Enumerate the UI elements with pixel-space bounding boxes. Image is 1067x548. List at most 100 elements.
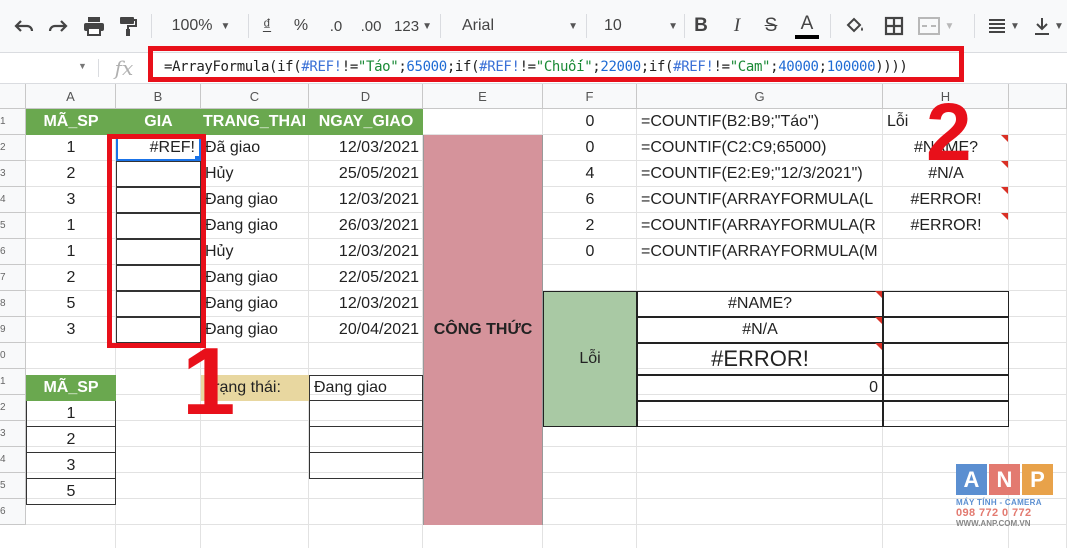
column-header[interactable]: C — [201, 84, 309, 109]
cell-ngay-giao[interactable]: 12/03/2021 — [309, 135, 423, 161]
row-header[interactable]: 9 — [0, 317, 26, 343]
cell-count-value[interactable]: 0 — [543, 135, 637, 161]
cell-ma-sp-2[interactable]: 3 — [26, 453, 116, 479]
row-header[interactable]: 5 — [0, 473, 26, 499]
fill-color-icon[interactable] — [840, 0, 870, 52]
cell-count-value[interactable]: 6 — [543, 187, 637, 213]
row-header[interactable]: 2 — [0, 135, 26, 161]
column-header[interactable]: A — [26, 84, 116, 109]
cell-ma-sp[interactable]: 2 — [26, 265, 116, 291]
row-header[interactable]: 2 — [0, 395, 26, 421]
strikethrough-button[interactable]: S — [760, 0, 782, 52]
cell-ma-sp-2[interactable]: 1 — [26, 401, 116, 427]
row-header[interactable]: 3 — [0, 421, 26, 447]
cell-count-value[interactable]: 4 — [543, 161, 637, 187]
cell-error-value[interactable]: #ERROR! — [883, 213, 1009, 239]
cell-empty[interactable] — [309, 401, 423, 427]
status-value-cell[interactable]: Đang giao — [309, 375, 423, 401]
cell-error-na[interactable]: #N/A — [637, 317, 883, 343]
row-header[interactable]: 1 — [0, 109, 26, 135]
cell-empty[interactable] — [309, 453, 423, 479]
cell-ma-sp[interactable]: 5 — [26, 291, 116, 317]
row-header[interactable]: 6 — [0, 499, 26, 525]
cell-count-value[interactable]: 2 — [543, 213, 637, 239]
cell-ngay-giao[interactable]: 12/03/2021 — [309, 187, 423, 213]
header-gia[interactable]: GIA — [116, 109, 201, 135]
vertical-align-icon[interactable]: ▼ — [1034, 0, 1064, 52]
cell-countif-formula[interactable]: =COUNTIF(ARRAYFORMULA(L — [637, 187, 883, 213]
horizontal-align-icon[interactable]: ▼ — [984, 0, 1024, 52]
row-header[interactable]: 5 — [0, 213, 26, 239]
column-header[interactable]: F — [543, 84, 637, 109]
cell-trang-thai[interactable]: Đang giao — [201, 291, 309, 317]
cell-countif-formula[interactable]: =COUNTIF(ARRAYFORMULA(M — [637, 239, 883, 265]
cell-trang-thai[interactable]: Đang giao — [201, 265, 309, 291]
select-all-corner[interactable] — [0, 84, 26, 109]
column-header[interactable] — [1009, 84, 1067, 109]
font-size-select[interactable]: 10 ▼ — [594, 0, 678, 52]
text-color-button[interactable]: A — [794, 0, 820, 52]
cell-countif-formula[interactable]: =COUNTIF(B2:B9;"Táo") — [637, 109, 883, 135]
cell-ngay-giao[interactable]: 26/03/2021 — [309, 213, 423, 239]
cell-countif-formula[interactable]: =COUNTIF(E2:E9;"12/3/2021") — [637, 161, 883, 187]
zoom-select[interactable]: 100% ▼ — [160, 0, 242, 52]
cell-ngay-giao[interactable]: 20/04/2021 — [309, 317, 423, 343]
percent-button[interactable]: % — [288, 0, 314, 52]
increase-decimal-button[interactable]: .00 — [356, 0, 386, 52]
cell-count-value[interactable]: 0 — [543, 109, 637, 135]
row-header[interactable]: 4 — [0, 187, 26, 213]
cell-empty[interactable] — [637, 401, 883, 427]
header-trang-thai[interactable]: TRANG_THAI — [201, 109, 309, 135]
cell-ngay-giao[interactable]: 25/05/2021 — [309, 161, 423, 187]
cell-trang-thai[interactable]: Hủy — [201, 239, 309, 265]
cell-countif-formula[interactable]: =COUNTIF(C2:C9;65000) — [637, 135, 883, 161]
borders-icon[interactable] — [880, 0, 908, 52]
cell-ma-sp-2[interactable]: 5 — [26, 479, 116, 505]
cell-ma-sp[interactable]: 1 — [26, 239, 116, 265]
cell-empty[interactable] — [883, 317, 1009, 343]
column-header[interactable]: D — [309, 84, 423, 109]
row-header[interactable]: 1 — [0, 369, 26, 395]
cell-zero-value[interactable]: 0 — [637, 375, 883, 401]
cell-empty[interactable] — [883, 343, 1009, 375]
cell-ngay-giao[interactable]: 12/03/2021 — [309, 291, 423, 317]
row-header[interactable]: 7 — [0, 265, 26, 291]
print-icon[interactable] — [80, 0, 108, 52]
row-header[interactable]: 8 — [0, 291, 26, 317]
cell-trang-thai[interactable]: Hủy — [201, 161, 309, 187]
currency-button[interactable]: ₫ — [254, 0, 280, 52]
header-ma-sp[interactable]: MÃ_SP — [26, 109, 116, 135]
row-header[interactable]: 4 — [0, 447, 26, 473]
cell-ma-sp[interactable]: 1 — [26, 213, 116, 239]
cell-ma-sp[interactable]: 3 — [26, 317, 116, 343]
column-header[interactable]: B — [116, 84, 201, 109]
cell-trang-thai[interactable]: Đang giao — [201, 213, 309, 239]
row-header[interactable]: 3 — [0, 161, 26, 187]
redo-icon[interactable] — [44, 0, 72, 52]
row-header[interactable]: 6 — [0, 239, 26, 265]
cell-empty[interactable] — [883, 401, 1009, 427]
cell-ma-sp-2[interactable]: 2 — [26, 427, 116, 453]
column-header[interactable]: G — [637, 84, 883, 109]
header-ma-sp-2[interactable]: MÃ_SP — [26, 375, 116, 401]
cell-trang-thai[interactable]: Đã giao — [201, 135, 309, 161]
cell-empty[interactable] — [883, 291, 1009, 317]
loi-merged-cell[interactable]: Lỗi — [543, 291, 637, 427]
column-header[interactable]: E — [423, 84, 543, 109]
cell-ngay-giao[interactable]: 22/05/2021 — [309, 265, 423, 291]
cell-trang-thai[interactable]: Đang giao — [201, 187, 309, 213]
cell-empty[interactable] — [309, 427, 423, 453]
cell-error-error[interactable]: #ERROR! — [637, 343, 883, 375]
cell-count-value[interactable]: 0 — [543, 239, 637, 265]
cell-error-name[interactable]: #NAME? — [637, 291, 883, 317]
cell-empty[interactable] — [883, 375, 1009, 401]
header-ngay-giao[interactable]: NGAY_GIAO — [309, 109, 423, 135]
name-box-chevron-icon[interactable]: ▼ — [78, 61, 87, 71]
decrease-decimal-button[interactable]: .0 — [322, 0, 350, 52]
undo-icon[interactable] — [10, 0, 38, 52]
italic-button[interactable]: I — [726, 0, 748, 52]
cell-ma-sp[interactable]: 3 — [26, 187, 116, 213]
row-header[interactable]: 0 — [0, 343, 26, 369]
font-family-select[interactable]: Arial ▼ — [452, 0, 578, 52]
paint-format-icon[interactable] — [114, 0, 142, 52]
